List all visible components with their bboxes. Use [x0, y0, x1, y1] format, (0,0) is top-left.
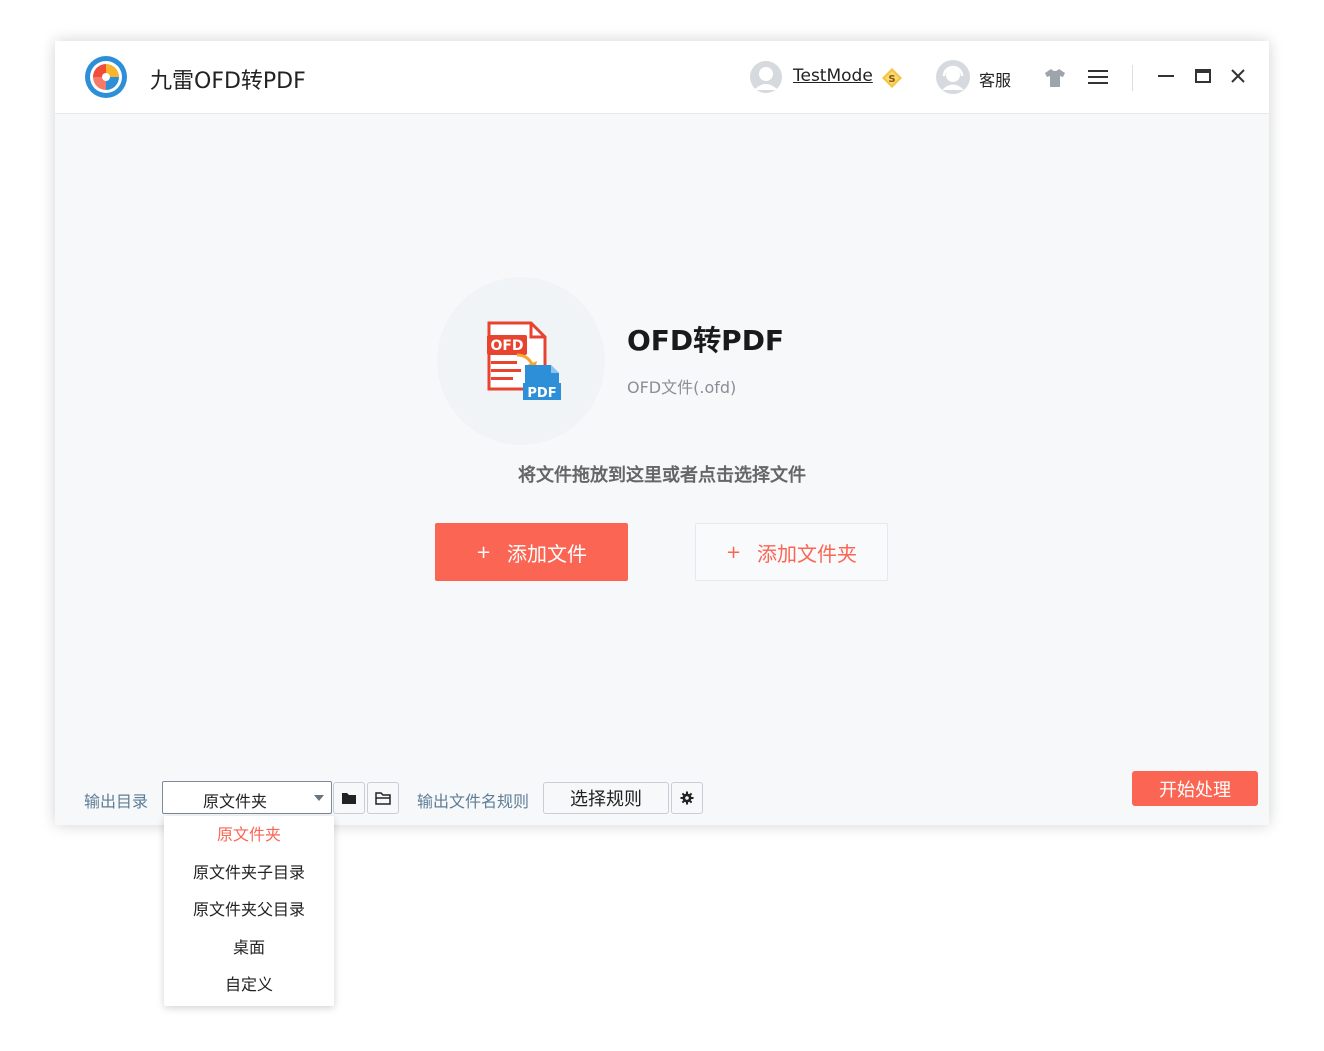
- add-file-label: 添加文件: [507, 541, 588, 566]
- dropdown-option-parent-folder[interactable]: 原文件夹父目录: [164, 895, 334, 925]
- file-icon-ofd-text: OFD: [490, 338, 523, 354]
- app-title: 九雷OFD转PDF: [150, 69, 306, 94]
- output-dir-value: 原文件夹: [203, 792, 268, 811]
- svg-text:S: S: [888, 74, 895, 85]
- output-dir-select[interactable]: 原文件夹: [162, 781, 332, 814]
- output-dir-label: 输出目录: [84, 792, 149, 811]
- dropdown-option-custom[interactable]: 自定义: [164, 970, 334, 1000]
- open-folder-button[interactable]: [367, 782, 399, 814]
- folder-icon: [342, 793, 356, 804]
- title-bar: 九雷OFD转PDF TestMode S 客服: [55, 41, 1269, 114]
- add-file-button[interactable]: + 添加文件: [435, 523, 628, 581]
- plus-icon: +: [475, 541, 492, 563]
- chevron-down-icon: [314, 795, 324, 801]
- dropdown-option-desktop[interactable]: 桌面: [164, 933, 334, 963]
- browse-folder-button[interactable]: [333, 782, 365, 814]
- gear-icon: [680, 791, 694, 805]
- folder-open-icon: [375, 792, 391, 805]
- output-dir-dropdown: 原文件夹 原文件夹子目录 原文件夹父目录 桌面 自定义: [164, 816, 334, 1006]
- user-avatar-icon[interactable]: [749, 60, 783, 94]
- skin-shirt-icon[interactable]: [1043, 67, 1067, 89]
- ofd-to-pdf-file-icon: OFD PDF: [487, 321, 561, 401]
- select-rule-button[interactable]: 选择规则: [543, 782, 669, 814]
- app-window: 九雷OFD转PDF TestMode S 客服 OFD PDF OFD转PDF …: [55, 41, 1269, 825]
- dropdown-option-source-folder[interactable]: 原文件夹: [164, 820, 334, 850]
- filename-rule-label: 输出文件名规则: [417, 792, 530, 811]
- start-process-button[interactable]: 开始处理: [1132, 771, 1258, 806]
- minimize-icon[interactable]: [1156, 66, 1176, 86]
- menu-icon[interactable]: [1086, 67, 1110, 87]
- customer-service-icon[interactable]: [935, 59, 971, 95]
- close-icon[interactable]: [1228, 66, 1248, 86]
- rule-settings-button[interactable]: [671, 782, 703, 814]
- file-icon-pdf-text: PDF: [527, 386, 556, 401]
- add-folder-label: 添加文件夹: [757, 541, 858, 566]
- titlebar-divider: [1132, 65, 1133, 91]
- app-logo-icon: [85, 56, 127, 98]
- hero-title: OFD转PDF: [627, 324, 785, 357]
- add-folder-button[interactable]: + 添加文件夹: [695, 523, 888, 581]
- dropdown-option-subfolder[interactable]: 原文件夹子目录: [164, 858, 334, 888]
- hero-subtitle: OFD文件(.ofd): [627, 378, 737, 397]
- vip-badge-icon[interactable]: S: [881, 67, 903, 89]
- customer-service-label[interactable]: 客服: [979, 67, 1011, 91]
- plus-icon: +: [725, 541, 742, 563]
- maximize-icon[interactable]: [1193, 66, 1213, 86]
- drop-hint: 将文件拖放到这里或者点击选择文件: [518, 465, 806, 486]
- user-name-link[interactable]: TestMode: [793, 66, 873, 86]
